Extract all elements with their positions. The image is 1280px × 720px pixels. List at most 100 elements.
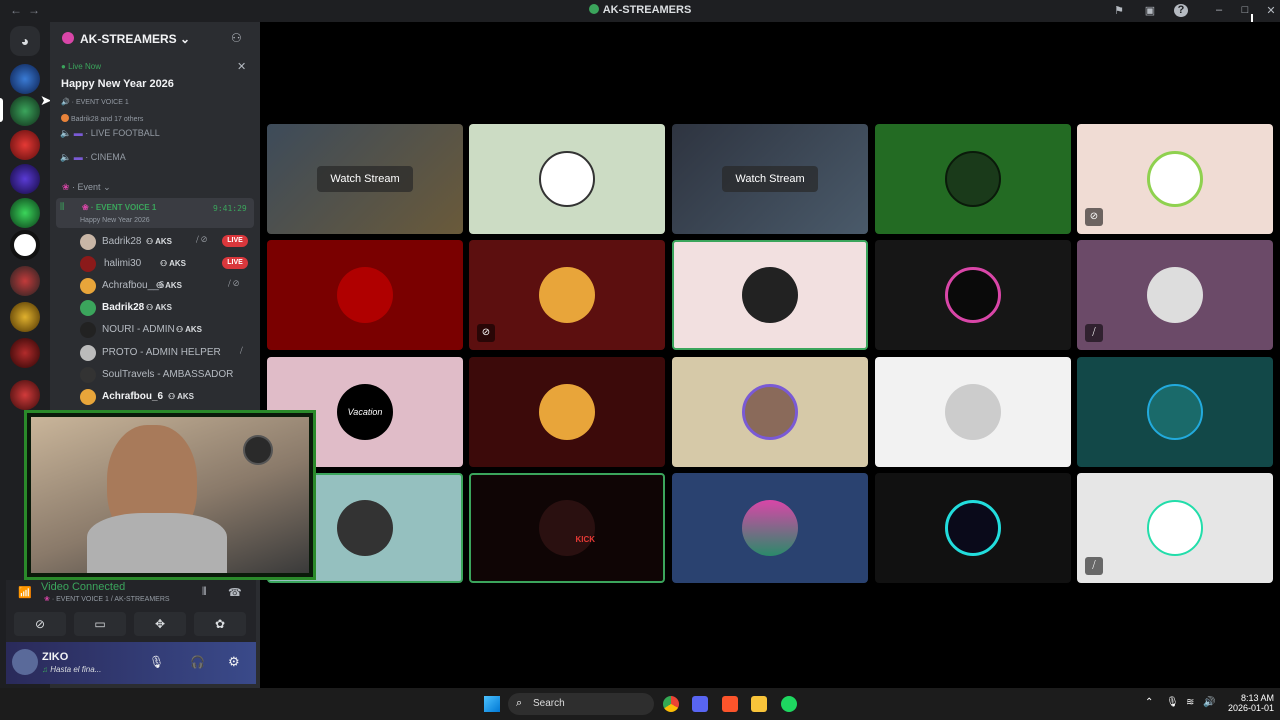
participant-tile[interactable]: ⊘ (1077, 124, 1273, 234)
activities-button[interactable]: ✥ (134, 612, 186, 636)
voice-topic: Happy New Year 2026 (80, 217, 150, 224)
speaker-icon: 🔊 (61, 99, 70, 106)
video-off-icon: ⊘ (1085, 208, 1103, 226)
member-row[interactable]: PROTO - ADMIN HELPER ⧸ (80, 343, 252, 363)
voice-location[interactable]: ❀ · EVENT VOICE 1 / AK-STREAMERS (44, 595, 170, 603)
speaker-icon: 🔈 (60, 128, 72, 138)
member-row[interactable]: NOURI - ADMIN ⚇ AKS (80, 320, 252, 340)
participant-tile-speaking[interactable]: KICK (469, 473, 665, 583)
participant-tile[interactable]: ⧸ (1077, 473, 1273, 583)
member-row[interactable]: halimi30 ⚇ AKS LIVE (80, 254, 252, 274)
clock[interactable]: 8:13 AM 2026-01-01 (1222, 693, 1274, 713)
speaker-icon: 🔈 (60, 152, 72, 162)
stream-tile[interactable]: Watch Stream (267, 124, 463, 234)
event-attendees: Badrik28 and 17 others (61, 114, 143, 123)
minimize-icon[interactable]: – (1212, 4, 1226, 17)
noise-suppression-icon[interactable]: ⫴ (202, 586, 207, 599)
video-stage (260, 22, 1280, 688)
invite-people-icon[interactable]: ⚇ (231, 31, 242, 45)
camera-toggle-button[interactable]: ⊘ (14, 612, 66, 636)
headphones-icon[interactable]: 🎧 (190, 655, 205, 669)
tray-mic-icon[interactable]: 🎙 (1166, 697, 1179, 708)
stream-tile[interactable]: Watch Stream (672, 124, 868, 234)
participant-tile[interactable] (672, 473, 868, 583)
flag-icon[interactable]: ⚑ (1112, 4, 1126, 17)
live-badge: LIVE (222, 257, 248, 269)
user-avatar[interactable] (12, 649, 38, 675)
watch-stream-button[interactable]: Watch Stream (722, 166, 818, 192)
file-explorer-icon[interactable] (751, 696, 767, 712)
taskbar-search-box[interactable]: ⌕ Search (508, 693, 654, 715)
muted-icon: ⧸ (240, 346, 243, 355)
username[interactable]: ZIKO (42, 651, 68, 663)
mic-muted-icon: ⧸ (1085, 557, 1103, 575)
tray-overflow-icon[interactable]: ⌃ (1145, 697, 1153, 708)
maximize-icon[interactable]: □ (1238, 4, 1252, 17)
close-banner-icon[interactable]: ✕ (237, 60, 246, 73)
avatar (1147, 500, 1203, 556)
member-row[interactable]: Achrafbou_6 ⚇ AKS (80, 387, 252, 407)
microphone-icon[interactable]: 🎙 (149, 655, 164, 669)
channel-live-football[interactable]: 🔈 ▬ · LIVE FOOTBALL (60, 128, 160, 146)
channel-cinema[interactable]: 🔈 ▬ · CINEMA (60, 152, 126, 170)
share-screen-button[interactable]: ▭ (74, 612, 126, 636)
participant-tile[interactable] (469, 124, 665, 234)
discord-home-icon[interactable]: ◕ (10, 26, 40, 56)
avatar (742, 267, 798, 323)
video-off-icon: ⊘ (477, 324, 495, 342)
server-icon-10[interactable] (10, 380, 40, 410)
member-row[interactable]: Badrik28 ⚇ AKS (80, 298, 252, 318)
voice-channel-name: ❀ · EVENT VOICE 1 (82, 203, 157, 212)
wifi-icon[interactable]: ≋ (1186, 697, 1194, 708)
watch-stream-button[interactable]: Watch Stream (317, 166, 413, 192)
event-title: Happy New Year 2026 (61, 78, 174, 90)
server-icon-5[interactable] (10, 198, 40, 228)
server-icon-ak-streamers[interactable] (10, 96, 40, 126)
live-badge: LIVE (222, 235, 248, 247)
participant-tile[interactable] (1077, 357, 1273, 467)
server-name-header[interactable]: AK-STREAMERS ⌄ (80, 32, 190, 46)
disconnect-icon[interactable]: ☎ (228, 586, 242, 599)
signal-icon[interactable]: 📶 (18, 586, 32, 599)
inbox-icon[interactable]: ▣ (1143, 4, 1157, 17)
server-icon-7[interactable] (10, 266, 40, 296)
avatar (539, 384, 595, 440)
server-icon-3[interactable] (10, 130, 40, 160)
windows-start-icon[interactable] (484, 696, 500, 712)
avatar: Vacation (337, 384, 393, 440)
voice-timer: 9:41:29 (213, 204, 247, 213)
volume-icon[interactable]: 🔊 (1203, 697, 1215, 708)
member-row[interactable]: Achrafbou__6 ⚇ AKS ⧸ ⊘ (80, 276, 252, 296)
close-window-icon[interactable]: ✕ (1264, 4, 1278, 17)
participant-tile-speaking[interactable] (672, 240, 868, 350)
participant-tile[interactable] (469, 357, 665, 467)
participant-tile[interactable] (875, 473, 1071, 583)
participant-tile[interactable] (875, 357, 1071, 467)
brave-icon[interactable] (722, 696, 738, 712)
member-row[interactable]: SoulTravels - AMBASSADOR (80, 365, 252, 385)
help-icon[interactable]: ? (1174, 4, 1188, 17)
server-icon-9[interactable] (10, 338, 40, 368)
soundboard-button[interactable]: ✿ (194, 612, 246, 636)
participant-tile[interactable] (875, 124, 1071, 234)
voice-wave-icon: ⫴ (60, 202, 65, 213)
member-row[interactable]: Badrik28 ⚇ AKS ⧸ ⊘ LIVE (80, 232, 252, 252)
server-icon-1[interactable] (10, 64, 40, 94)
music-icon: ♫ (42, 665, 48, 674)
server-icon-4[interactable] (10, 164, 40, 194)
spotify-icon[interactable] (781, 696, 797, 712)
avatar (539, 267, 595, 323)
participant-tile[interactable]: ⊘ (469, 240, 665, 350)
participant-tile[interactable] (267, 240, 463, 350)
live-now-label: ● Live Now (61, 62, 101, 71)
server-badge-icon (62, 32, 74, 44)
discord-app-icon[interactable] (692, 696, 708, 712)
server-icon-8[interactable] (10, 302, 40, 332)
participant-tile[interactable] (672, 357, 868, 467)
participant-tile[interactable]: ⧸ (1077, 240, 1273, 350)
user-status: ♫ Hasta el fina... (42, 665, 102, 674)
settings-gear-icon[interactable]: ⚙ (228, 654, 240, 670)
participant-tile[interactable] (875, 240, 1071, 350)
chrome-icon[interactable] (663, 696, 679, 712)
server-icon-6[interactable] (10, 230, 40, 260)
